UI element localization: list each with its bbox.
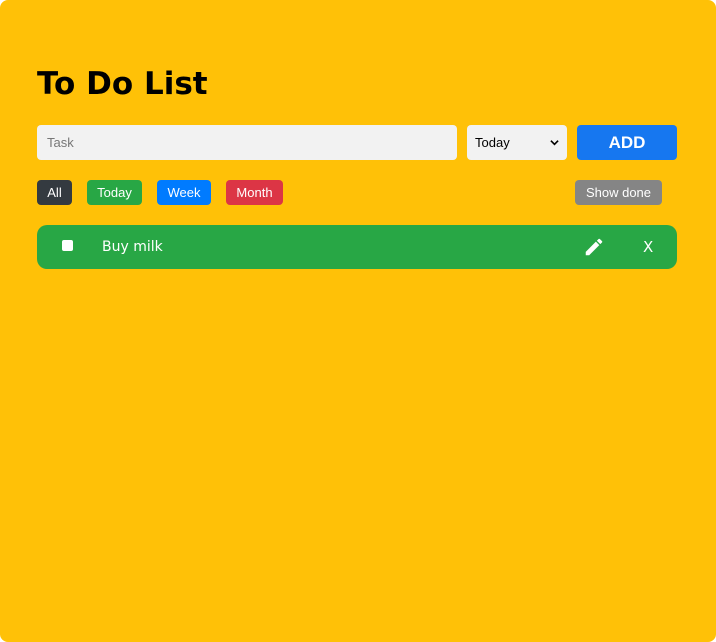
todo-item: Buy milk X: [37, 225, 677, 269]
filter-all-button[interactable]: All: [37, 180, 72, 205]
show-done-button[interactable]: Show done: [575, 180, 662, 205]
when-select-value: Today: [475, 135, 510, 150]
when-select[interactable]: Today: [467, 125, 567, 160]
pencil-icon[interactable]: [583, 236, 605, 258]
todo-card: To Do List Today ADD All Today Week Mont…: [0, 0, 716, 642]
todo-checkbox[interactable]: [62, 240, 73, 251]
filter-week-button[interactable]: Week: [157, 180, 211, 205]
filter-month-button[interactable]: Month: [226, 180, 283, 205]
add-button[interactable]: ADD: [577, 125, 677, 160]
delete-button[interactable]: X: [643, 238, 653, 256]
filter-today-button[interactable]: Today: [87, 180, 142, 205]
todo-text: Buy milk: [102, 239, 163, 255]
chevron-down-icon: [550, 140, 559, 146]
page-title: To Do List: [37, 66, 208, 102]
task-input[interactable]: [37, 125, 457, 160]
